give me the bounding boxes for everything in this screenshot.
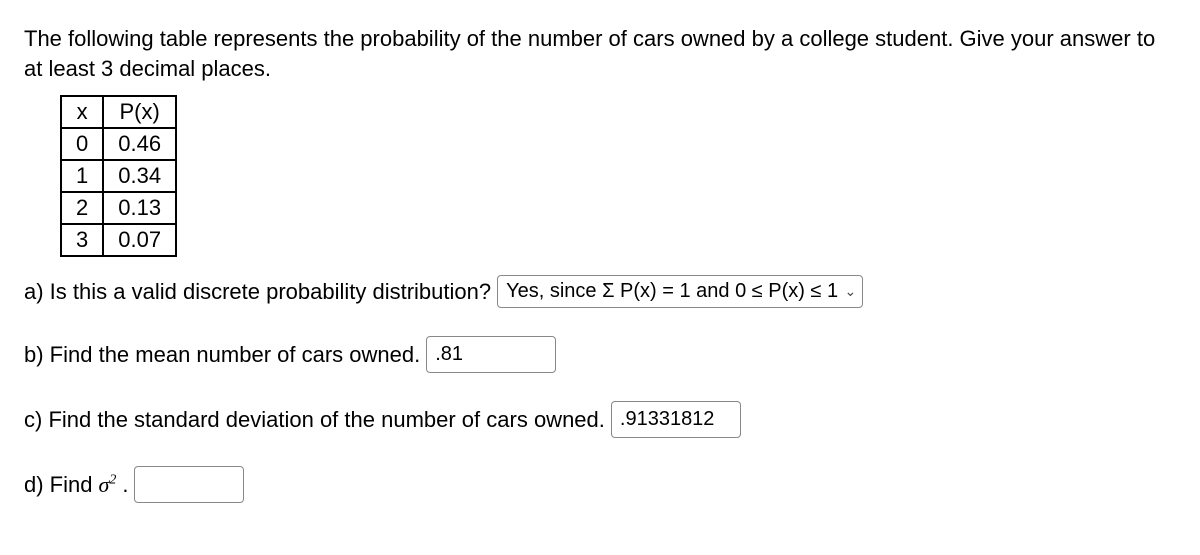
probability-table: x P(x) 0 0.46 1 0.34 2 0.13 3 0.07 xyxy=(60,95,177,257)
question-c: c) Find the standard deviation of the nu… xyxy=(24,401,1176,438)
question-a-prompt: a) Is this a valid discrete probability … xyxy=(24,279,491,305)
cell-x: 1 xyxy=(61,160,103,192)
cell-x: 2 xyxy=(61,192,103,224)
intro-text: The following table represents the proba… xyxy=(24,24,1176,83)
table-row: 1 0.34 xyxy=(61,160,176,192)
stddev-input[interactable] xyxy=(611,401,741,438)
sigma-squared-symbol: σ2 xyxy=(98,472,116,498)
table-header-row: x P(x) xyxy=(61,96,176,128)
question-d-prompt-post: . xyxy=(122,472,128,498)
table-row: 0 0.46 xyxy=(61,128,176,160)
table-row: 3 0.07 xyxy=(61,224,176,256)
cell-px: 0.07 xyxy=(103,224,176,256)
question-a: a) Is this a valid discrete probability … xyxy=(24,275,1176,308)
cell-px: 0.34 xyxy=(103,160,176,192)
question-d-prompt-pre: d) Find xyxy=(24,472,92,498)
question-c-prompt: c) Find the standard deviation of the nu… xyxy=(24,407,605,433)
valid-distribution-select[interactable]: Yes, since Σ P(x) = 1 and 0 ≤ P(x) ≤ 1 ⌄ xyxy=(497,275,863,308)
question-d: d) Find σ2 . xyxy=(24,466,1176,503)
cell-x: 0 xyxy=(61,128,103,160)
cell-px: 0.46 xyxy=(103,128,176,160)
question-b: b) Find the mean number of cars owned. xyxy=(24,336,1176,373)
select-value: Yes, since Σ P(x) = 1 and 0 ≤ P(x) ≤ 1 xyxy=(506,280,838,303)
mean-input[interactable] xyxy=(426,336,556,373)
cell-px: 0.13 xyxy=(103,192,176,224)
chevron-down-icon: ⌄ xyxy=(844,283,856,300)
question-b-prompt: b) Find the mean number of cars owned. xyxy=(24,342,420,368)
header-x: x xyxy=(61,96,103,128)
cell-x: 3 xyxy=(61,224,103,256)
header-px: P(x) xyxy=(103,96,176,128)
table-row: 2 0.13 xyxy=(61,192,176,224)
variance-input[interactable] xyxy=(134,466,244,503)
